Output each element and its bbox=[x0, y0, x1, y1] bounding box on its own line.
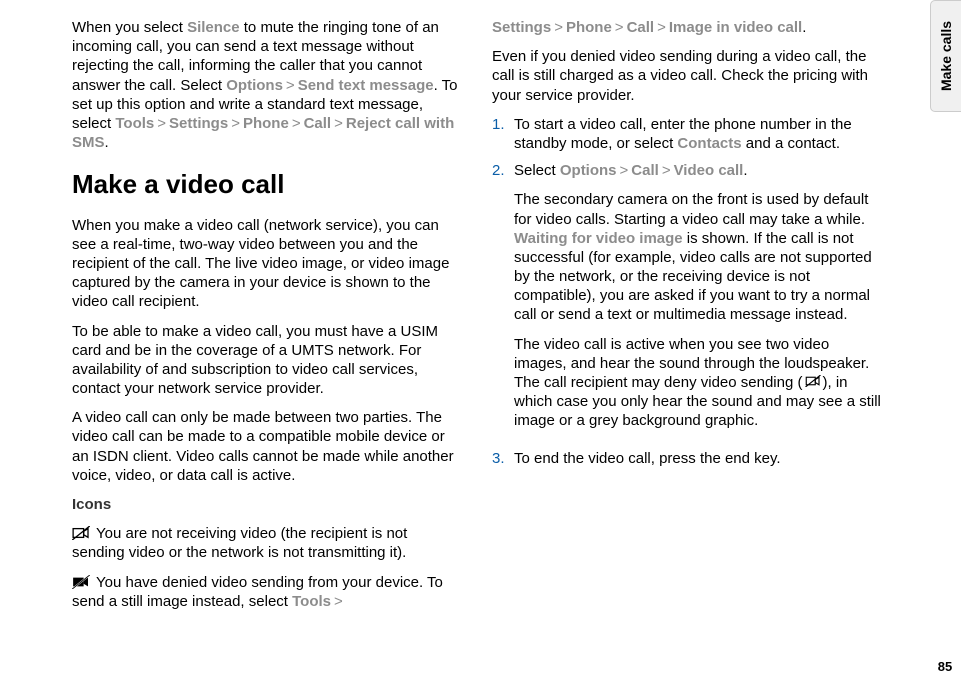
step-3-body: To end the video call, press the end key… bbox=[514, 449, 882, 468]
step-1: 1. To start a video call, enter the phon… bbox=[492, 115, 882, 153]
silence-label: Silence bbox=[187, 19, 240, 36]
image-in-video-label: Image in video call bbox=[669, 19, 802, 36]
tools-label: Tools bbox=[292, 593, 331, 610]
section-tab-label: Make calls bbox=[938, 21, 954, 91]
separator-gt: > bbox=[551, 19, 566, 36]
settings-label: Settings bbox=[169, 115, 228, 132]
options-label: Options bbox=[560, 162, 617, 179]
step-2-body2: The video call is active when you see tw… bbox=[514, 335, 882, 431]
draft-watermark: Draft bbox=[0, 563, 10, 668]
tools-label: Tools bbox=[115, 115, 154, 132]
step-3: 3. To end the video call, press the end … bbox=[492, 449, 882, 468]
left-column: When you select Silence to mute the ring… bbox=[72, 18, 462, 670]
icons-heading-text: Icons bbox=[72, 496, 111, 513]
contacts-label: Contacts bbox=[677, 135, 741, 152]
separator-gt: > bbox=[659, 162, 674, 179]
icon-row-2: You have denied video sending from your … bbox=[72, 573, 462, 611]
video-denied-icon bbox=[805, 375, 821, 389]
call-label: Call bbox=[631, 162, 659, 179]
icons-heading: Icons bbox=[72, 495, 462, 514]
step-2: 2. Select Options>Call>Video call. The s… bbox=[492, 161, 882, 440]
separator-gt: > bbox=[289, 115, 304, 132]
step-2-body: Select Options>Call>Video call. The seco… bbox=[514, 161, 882, 440]
side-tab: Make calls 85 bbox=[931, 0, 961, 688]
paragraph-video-intro: When you make a video call (network serv… bbox=[72, 216, 462, 312]
section-tab: Make calls bbox=[930, 0, 961, 112]
separator-gt: > bbox=[228, 115, 243, 132]
step-2-line1: Select Options>Call>Video call. bbox=[514, 161, 882, 180]
text: and a contact. bbox=[742, 135, 840, 152]
separator-gt: > bbox=[617, 162, 632, 179]
text: . bbox=[105, 134, 109, 151]
separator-gt: > bbox=[612, 19, 627, 36]
page-number: 85 bbox=[938, 659, 954, 688]
paragraph-charged: Even if you denied video sending during … bbox=[492, 47, 882, 105]
text: When you select bbox=[72, 19, 187, 36]
icon1-text: You are not receiving video (the recipie… bbox=[72, 525, 407, 561]
waiting-label: Waiting for video image bbox=[514, 230, 683, 247]
step-number-3: 3. bbox=[492, 449, 514, 468]
paragraph-silence: When you select Silence to mute the ring… bbox=[72, 18, 462, 152]
separator-gt: > bbox=[654, 19, 669, 36]
heading-make-video-call: Make a video call bbox=[72, 168, 462, 201]
content-area: When you select Silence to mute the ring… bbox=[0, 0, 961, 688]
phone-label: Phone bbox=[243, 115, 289, 132]
call-label: Call bbox=[304, 115, 332, 132]
call-label: Call bbox=[627, 19, 655, 36]
settings-label: Settings bbox=[492, 19, 551, 36]
separator-gt: > bbox=[283, 77, 298, 94]
right-column: Settings>Phone>Call>Image in video call.… bbox=[492, 18, 882, 670]
step-2-body1: The secondary camera on the front is use… bbox=[514, 190, 882, 324]
video-denied-icon bbox=[72, 575, 90, 589]
options-label: Options bbox=[226, 77, 283, 94]
continued-path: Settings>Phone>Call>Image in video call. bbox=[492, 18, 882, 37]
icon2-text-a: You have denied video sending from your … bbox=[72, 574, 443, 610]
icon-row-1: You are not receiving video (the recipie… bbox=[72, 524, 462, 562]
separator-gt: > bbox=[331, 593, 346, 610]
phone-label: Phone bbox=[566, 19, 612, 36]
paragraph-two-parties: A video call can only be made between tw… bbox=[72, 408, 462, 485]
separator-gt: > bbox=[331, 115, 346, 132]
step-number-1: 1. bbox=[492, 115, 514, 153]
video-call-label: Video call bbox=[674, 162, 744, 179]
step-number-2: 2. bbox=[492, 161, 514, 440]
text: The secondary camera on the front is use… bbox=[514, 191, 868, 227]
send-text-label: Send text message bbox=[298, 77, 434, 94]
text: . bbox=[743, 162, 747, 179]
text: Select bbox=[514, 162, 560, 179]
text: . bbox=[802, 19, 806, 36]
no-video-receive-icon bbox=[72, 526, 90, 540]
step-1-body: To start a video call, enter the phone n… bbox=[514, 115, 882, 153]
paragraph-usim: To be able to make a video call, you mus… bbox=[72, 322, 462, 399]
page: When you select Silence to mute the ring… bbox=[0, 0, 961, 688]
separator-gt: > bbox=[154, 115, 169, 132]
